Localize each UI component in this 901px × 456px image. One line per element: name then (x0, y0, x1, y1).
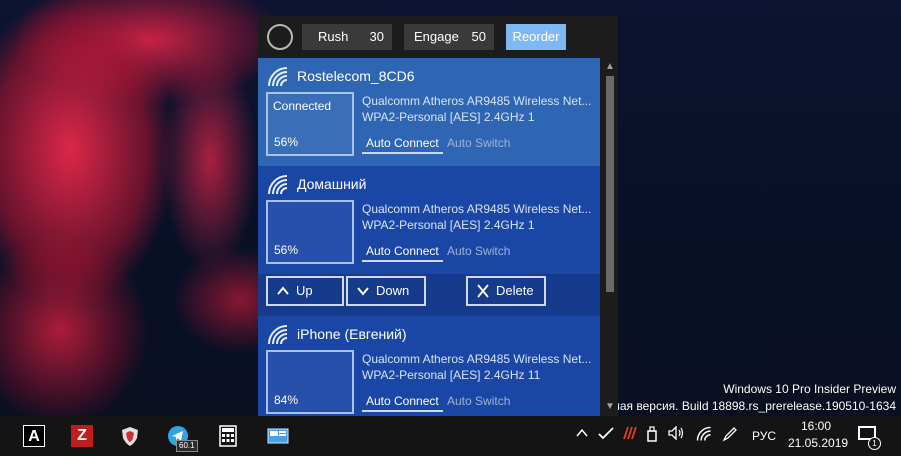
network-item[interactable]: Домашний 56% Qualcomm Atheros AR9485 Wir… (258, 166, 600, 274)
taskbar-app-a[interactable]: A (12, 420, 56, 456)
reorder-button[interactable]: Reorder (506, 24, 566, 50)
show-hidden-icons-chevron-icon[interactable] (575, 426, 589, 443)
network-item[interactable]: iPhone (Евгений) 84% Qualcomm Atheros AR… (258, 316, 600, 416)
security-info: WPA2-Personal [AES] 2.4GHz 1 (362, 218, 535, 232)
watermark-line-1: Windows 10 Pro Insider Preview (723, 382, 896, 396)
auto-switch-toggle[interactable]: Auto Switch (447, 134, 510, 152)
windows-watermark: Windows 10 Pro Insider Preview обная вер… (600, 381, 896, 415)
rush-value: 30 (369, 29, 384, 44)
engage-value: 50 (471, 29, 486, 44)
filezilla-icon: Z (71, 425, 93, 447)
scroll-thumb[interactable] (606, 76, 614, 292)
scroll-down-icon[interactable]: ▼ (602, 400, 618, 414)
clock-time: 16:00 (800, 419, 832, 433)
delete-label: Delete (496, 283, 534, 298)
close-icon (476, 278, 490, 312)
taskbar-app-calculator[interactable] (206, 420, 250, 456)
app-a-icon: A (23, 425, 45, 447)
wifi-signal-icon (268, 67, 288, 87)
connect-tile[interactable]: Connected 56% (266, 92, 354, 156)
auto-connect-toggle[interactable]: Auto Connect (362, 134, 443, 154)
taskbar-app-shield[interactable] (108, 420, 152, 456)
adapter-name: Qualcomm Atheros AR9485 Wireless Net... (362, 94, 592, 108)
taskbar: A Z 60.1 РУС 16:00 21.05.2019 1 (0, 416, 901, 456)
network-item[interactable]: Rostelecom_8CD6 Connected 56% Qualcomm A… (258, 58, 600, 166)
connection-status: Connected (273, 99, 332, 113)
rush-label: Rush (318, 29, 349, 44)
delete-button[interactable]: Delete (466, 276, 546, 306)
chevron-up-icon (276, 278, 290, 312)
auto-switch-toggle[interactable]: Auto Switch (447, 392, 510, 410)
input-language[interactable]: РУС (752, 429, 776, 443)
wifi-manager-flyout: Rush 30 Engage 50 Reorder Rostelecom_8CD… (258, 16, 618, 416)
telegram-badge: 60.1 (176, 440, 198, 452)
taskbar-clock[interactable]: 16:00 21.05.2019 (788, 418, 849, 452)
shield-icon (122, 427, 138, 446)
pen-workspace-icon[interactable] (722, 426, 738, 445)
clock-date: 21.05.2019 (788, 436, 849, 450)
signal-strength: 84% (274, 393, 299, 407)
move-up-button[interactable]: Up (266, 276, 344, 306)
taskbar-app-wifi-manager[interactable] (256, 420, 300, 456)
wifi-signal-icon (268, 325, 288, 345)
circle-toggle-button[interactable] (267, 24, 293, 50)
security-info: WPA2-Personal [AES] 2.4GHz 11 (362, 368, 541, 382)
connect-tile[interactable]: 56% (266, 200, 354, 264)
tray-usb-drive-icon[interactable] (646, 426, 658, 445)
adapter-name: Qualcomm Atheros AR9485 Wireless Net... (362, 352, 592, 366)
auto-switch-toggle[interactable]: Auto Switch (447, 242, 510, 260)
calculator-icon (219, 425, 237, 447)
move-down-label: Down (376, 283, 410, 298)
engage-setting[interactable]: Engage 50 (404, 24, 494, 50)
scroll-up-icon[interactable]: ▲ (602, 60, 618, 74)
network-wifi-icon[interactable] (696, 426, 712, 445)
connect-tile[interactable]: 84% (266, 350, 354, 414)
signal-strength: 56% (274, 243, 299, 257)
network-name: Домашний (297, 176, 367, 192)
move-down-button[interactable]: Down (346, 276, 426, 306)
flyout-toolbar: Rush 30 Engage 50 Reorder (258, 16, 618, 58)
volume-icon[interactable] (668, 425, 686, 443)
tray-checkmark-icon[interactable] (598, 426, 614, 443)
rush-setting[interactable]: Rush 30 (302, 24, 392, 50)
auto-connect-toggle[interactable]: Auto Connect (362, 242, 443, 262)
engage-label: Engage (414, 29, 459, 44)
adapter-name: Qualcomm Atheros AR9485 Wireless Net... (362, 202, 592, 216)
signal-strength: 56% (274, 135, 299, 149)
watermark-line-2: обная версия. Build 18898.rs_prerelease.… (599, 399, 896, 413)
wifi-signal-icon (268, 175, 288, 195)
taskbar-app-filezilla[interactable]: Z (60, 420, 104, 456)
chevron-down-icon (356, 278, 370, 312)
notification-count-badge: 1 (868, 437, 881, 450)
network-name: iPhone (Евгений) (297, 326, 407, 342)
wifi-manager-app-icon (267, 428, 289, 444)
reorder-actions: Up Down Delete (258, 274, 600, 316)
network-name: Rostelecom_8CD6 (297, 68, 415, 84)
network-list: Rostelecom_8CD6 Connected 56% Qualcomm A… (258, 58, 600, 416)
tray-slashes-icon[interactable] (622, 426, 638, 443)
move-up-label: Up (296, 283, 313, 298)
list-scrollbar[interactable]: ▲ ▼ (602, 58, 618, 416)
security-info: WPA2-Personal [AES] 2.4GHz 1 (362, 110, 535, 124)
auto-connect-toggle[interactable]: Auto Connect (362, 392, 443, 412)
